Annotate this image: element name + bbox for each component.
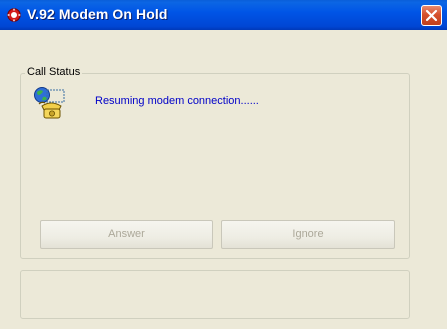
call-status-label: Call Status [25, 66, 83, 78]
window-title: V.92 Modem On Hold [27, 6, 168, 22]
modem-on-hold-icon [6, 7, 22, 23]
close-icon [425, 9, 438, 22]
ignore-button[interactable]: Ignore [221, 220, 395, 249]
answer-button[interactable]: Answer [40, 220, 213, 249]
modem-on-hold-dialog: V.92 Modem On Hold Call Status Resuming … [0, 0, 447, 329]
globe-telephone-icon [33, 86, 69, 120]
status-panel [20, 270, 410, 319]
call-status-group: Call Status Resuming modem connection...… [20, 66, 410, 259]
close-button[interactable] [421, 5, 442, 26]
status-message: Resuming modem connection...... [95, 95, 259, 107]
title-bar[interactable]: V.92 Modem On Hold [0, 0, 447, 30]
